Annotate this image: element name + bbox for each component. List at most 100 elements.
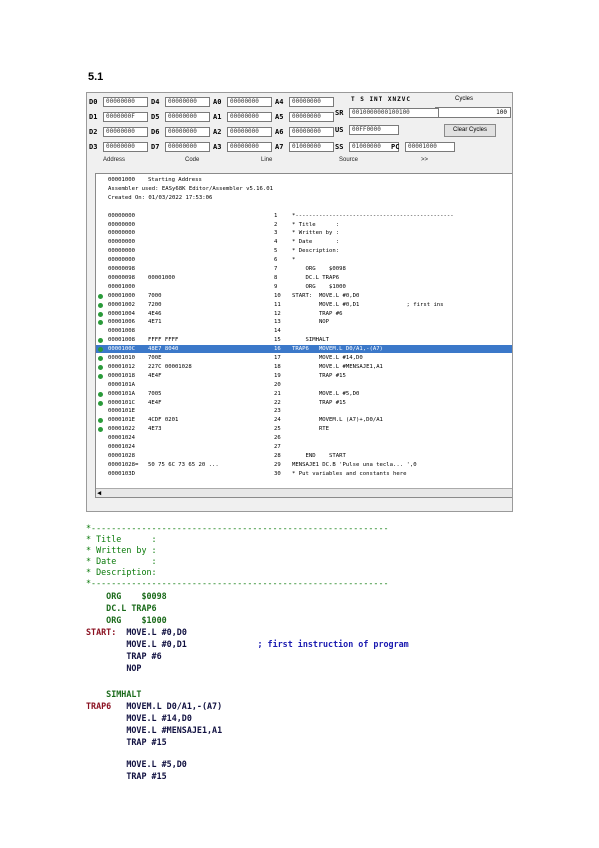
listing-row[interactable]: 00000000 1 *------------------------------… [96, 212, 512, 220]
breakpoint-dot-icon[interactable] [98, 373, 103, 379]
register-name: A7 [275, 142, 284, 151]
register-value-field[interactable]: 00000000 [227, 141, 272, 152]
register-value-field[interactable]: 0000000F [103, 111, 148, 122]
breakpoint-dot-icon[interactable] [98, 302, 103, 308]
listing-row[interactable]: 0000101A 7005 21 MOVE.L #5,D0 [96, 390, 512, 398]
clear-cycles-button[interactable]: Clear Cycles [444, 124, 496, 137]
breakpoint-dot-icon[interactable] [98, 356, 103, 361]
breakpoint-dot-icon[interactable] [98, 320, 103, 326]
listing-code: 700E [148, 355, 162, 361]
register-value-field[interactable]: 0010000000100100 [349, 107, 439, 118]
breakpoint-dot-icon[interactable] [98, 427, 103, 433]
listing-row[interactable]: 00001024 27 [96, 443, 512, 451]
listing-row[interactable]: 00001024 26 [96, 434, 512, 442]
source-line: TRAP #6 [86, 651, 162, 661]
cycles-label: Cycles [455, 96, 474, 102]
register-value-field[interactable]: 00000000 [165, 126, 210, 137]
breakpoint-dot-icon[interactable] [98, 293, 103, 299]
register-value-field[interactable]: 01000000 [289, 141, 334, 152]
listing-row[interactable]: 00000098 7 ORG $0098 [96, 265, 512, 273]
listing-row[interactable]: 00001004 4E46 12 TRAP #6 [96, 310, 512, 318]
horizontal-scrollbar[interactable]: ◀ [96, 488, 512, 497]
breakpoint-dot-icon[interactable] [98, 347, 103, 353]
register-name: A0 [213, 97, 222, 106]
register-value-field[interactable]: 00000000 [165, 96, 210, 107]
listing-row[interactable]: 00001000 9 ORG $1000 [96, 283, 512, 291]
listing-code: 4E71 [148, 319, 162, 326]
register-value-field[interactable]: 00000000 [165, 111, 210, 122]
listing-row[interactable]: 0000101E 4CDF 0201 24 MOVEM.L (A7)+,D0/A1 [96, 416, 512, 424]
listing-line: 1 [274, 212, 278, 219]
listing-source: TRAP #15 [292, 372, 346, 379]
listing-row[interactable]: 00001022 4E73 25 RTE [96, 425, 512, 433]
listing-address: Assembler used: EASy68K Editor/Assembler… [108, 185, 274, 192]
listing-pane[interactable]: 00001000 Starting Address Assembler used: … [95, 173, 512, 498]
breakpoint-dot-icon[interactable] [98, 400, 103, 406]
listing-row[interactable]: 00001002 7200 11 MOVE.L #0,D1 ; first ins [96, 301, 512, 309]
listing-row[interactable]: Assembler used: EASy68K Editor/Assembler… [96, 185, 512, 193]
listing-row[interactable]: 00001000 7000 10 START: MOVE.L #0,D0 [96, 292, 512, 300]
register-name: A4 [275, 97, 284, 106]
scroll-left-arrow-icon[interactable]: ◀ [97, 489, 101, 497]
source-line: NOP [86, 663, 142, 673]
listing-row-selected[interactable]: 0000100C 48E7 8040 16 TRAP6 MOVEM.L D0/A1,-… [96, 345, 512, 354]
register-value-field[interactable]: 00000000 [289, 111, 334, 122]
register-value-field[interactable]: 00000000 [103, 126, 148, 137]
listing-row[interactable]: 00001008 14 [96, 327, 512, 335]
listing-source: *---------------------------------------… [292, 212, 454, 219]
register-value-field[interactable]: 00000000 [103, 141, 148, 152]
listing-source: * Put variables and constants here [292, 470, 407, 477]
listing-row[interactable]: 00001006 4E71 13 NOP [96, 318, 512, 326]
listing-code: 227C 00001028 [148, 363, 192, 370]
listing-row[interactable]: 00001028 28 END START [96, 452, 512, 460]
breakpoint-dot-icon[interactable] [98, 418, 103, 424]
breakpoint-dot-icon[interactable] [98, 364, 103, 370]
listing-row[interactable]: 00000000 2 * Title : [96, 221, 512, 229]
listing-address: 0000101A [108, 390, 135, 397]
register-name: D5 [151, 112, 160, 121]
listing-row[interactable]: 00000000 6 * [96, 256, 512, 264]
listing-row[interactable]: 00001028= 50 75 6C 73 65 20 ... 29 MENSAJE1… [96, 461, 512, 469]
register-value-field[interactable]: 00FF0000 [349, 124, 399, 135]
listing-address: 0000101E [108, 408, 135, 415]
listing-row[interactable]: 00001008 FFFF FFFF 15 SIMHALT [96, 336, 512, 344]
breakpoint-dot-icon[interactable] [98, 338, 103, 344]
listing-row[interactable]: 0000101C 4E4F 22 TRAP #15 [96, 399, 512, 407]
listing-row[interactable] [96, 203, 512, 211]
listing-address: 00001024 [108, 435, 135, 442]
listing-address: 00001028= [108, 461, 139, 468]
breakpoint-dot-icon[interactable] [98, 311, 103, 317]
register-value-field[interactable]: 00000000 [227, 96, 272, 107]
listing-source: NOP [292, 319, 330, 326]
listing-row[interactable]: 00001000 Starting Address [96, 176, 512, 184]
breakpoint-dot-icon[interactable] [98, 391, 103, 397]
listing-row[interactable]: 0000101A 20 [96, 381, 512, 389]
column-more[interactable]: >> [421, 157, 428, 163]
listing-row[interactable]: 00001012 227C 00001028 18 MOVE.L #MENSAJE1… [96, 363, 512, 371]
source-line: TRAP #15 [86, 737, 167, 747]
listing-row[interactable]: 00001010 700E 17 MOVE.L #14,D0 [96, 354, 512, 362]
register-value-field[interactable]: 00000000 [289, 126, 334, 137]
register-value-field[interactable]: 00000000 [227, 126, 272, 137]
listing-row[interactable]: Created On: 01/03/2022 17:53:06 [96, 194, 512, 202]
register-value-field[interactable]: 00000000 [289, 96, 334, 107]
listing-row[interactable]: 00001018 4E4F 19 TRAP #15 [96, 372, 512, 380]
register-value-field[interactable]: 00000000 [227, 111, 272, 122]
register-name: SR [335, 108, 344, 117]
source-line: TRAP6 MOVEM.L D0/A1,-(A7) [86, 701, 223, 711]
listing-line: 8 [274, 274, 278, 281]
listing-row[interactable]: 0000101E 23 [96, 407, 512, 415]
listing-source: MOVE.L #14,D0 [292, 355, 363, 361]
listing-row[interactable]: 00000000 5 * Description: [96, 247, 512, 255]
register-value-field[interactable]: 00000000 [103, 96, 148, 107]
cycles-field[interactable]: 100 [435, 107, 511, 118]
listing-row[interactable]: 0000103D 30 * Put variables and constants … [96, 470, 512, 478]
listing-row[interactable]: 00000000 3 * Written by : [96, 229, 512, 237]
listing-row[interactable]: 00000000 4 * Date : [96, 238, 512, 246]
register-value-field[interactable]: 00000000 [165, 141, 210, 152]
listing-row[interactable]: 00000098 00001000 8 DC.L TRAP6 [96, 274, 512, 282]
listing-address: 00001000 [108, 292, 135, 299]
source-line: TRAP #15 [86, 771, 167, 781]
listing-address: 00001008 [108, 337, 135, 344]
register-value-field[interactable]: 00001000 [405, 141, 455, 152]
